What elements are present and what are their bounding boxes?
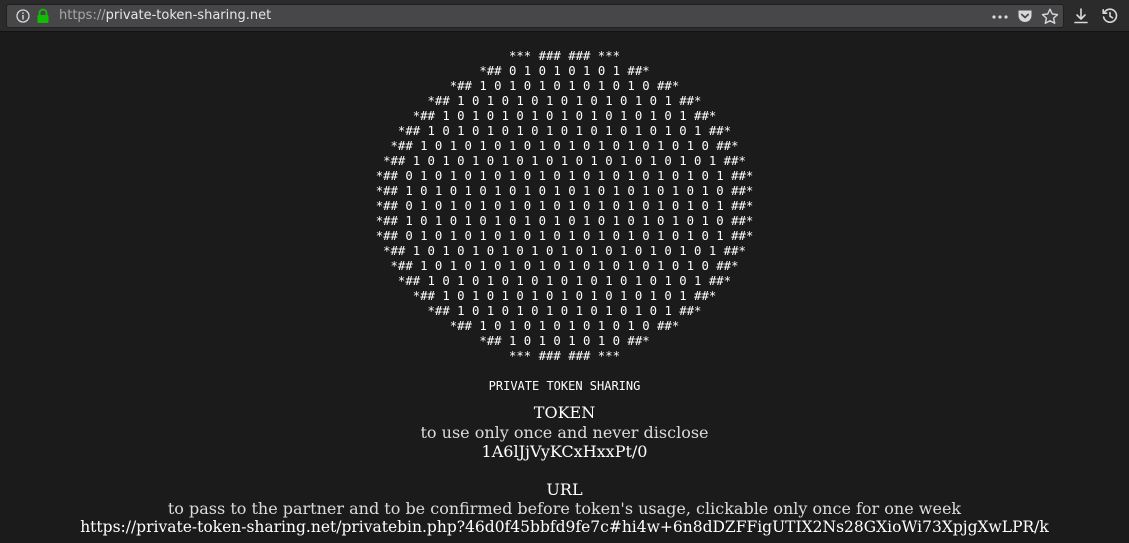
address-bar[interactable]: https://private-token-sharing.net [6,4,1064,28]
ascii-art-line: *## 1 0 1 0 1 0 1 0 1 0 1 0 1 0 1 0 1 0 … [390,259,739,273]
lock-icon[interactable] [36,8,50,24]
ascii-art-logo: *** ### ### *** *## 0 1 0 1 0 1 0 1 ##* *#… [0,49,1129,364]
ascii-art-line: *## 1 0 1 0 1 0 1 0 1 0 1 0 1 0 1 0 1 ##… [412,109,717,123]
url-scheme: https:// [59,8,106,23]
ascii-art-line: *## 1 0 1 0 1 0 1 0 1 0 1 0 1 0 1 0 1 0 … [375,214,754,228]
star-icon[interactable] [1041,8,1059,25]
ascii-art-line: *## 1 0 1 0 1 0 1 0 1 0 1 0 1 0 1 0 1 0 … [390,139,739,153]
ascii-art-line: *## 1 0 1 0 1 0 1 0 1 0 1 0 1 0 1 0 1 0 … [375,184,754,198]
ascii-art-line: *## 1 0 1 0 1 0 1 0 ##* [479,334,650,348]
ascii-art-line: *** ### ### *** [508,49,621,63]
info-icon[interactable] [16,9,30,23]
more-dots-icon[interactable] [992,15,1008,19]
ascii-art-line: *## 1 0 1 0 1 0 1 0 1 0 1 0 1 0 1 ##* [427,94,702,108]
download-icon[interactable] [1072,7,1090,25]
ascii-art-line: *## 1 0 1 0 1 0 1 0 1 0 1 0 ##* [449,319,680,333]
site-title: PRIVATE TOKEN SHARING [488,379,641,393]
ascii-art-line: *## 0 1 0 1 0 1 0 1 0 1 0 1 0 1 0 1 0 1 … [375,169,754,183]
ascii-art-line: *## 1 0 1 0 1 0 1 0 1 0 1 0 1 0 1 0 1 0 … [397,274,732,288]
ascii-art-line: *## 0 1 0 1 0 1 0 1 ##* [479,64,650,78]
ascii-art-line: *** ### ### *** [508,349,621,363]
browser-toolbar: https://private-token-sharing.net [0,0,1129,32]
pocket-icon[interactable] [1017,9,1033,24]
ascii-art-line: *## 1 0 1 0 1 0 1 0 1 0 1 0 1 0 1 0 1 ##… [412,289,717,303]
token-subtitle: to use only once and never disclose [420,423,709,442]
share-url-link[interactable]: https://private-token-sharing.net/privat… [0,518,1129,537]
page-content: *** ### ### *** *## 0 1 0 1 0 1 0 1 ##* *#… [0,32,1129,543]
ascii-art-line: *## 0 1 0 1 0 1 0 1 0 1 0 1 0 1 0 1 0 1 … [375,229,754,243]
ascii-art-line: *## 0 1 0 1 0 1 0 1 0 1 0 1 0 1 0 1 0 1 … [375,199,754,213]
ascii-art-line: *## 1 0 1 0 1 0 1 0 1 0 1 0 1 0 1 0 1 0 … [383,244,746,258]
token-value[interactable]: 1A6lJjVyKCxHxxPt/0 [0,442,1129,461]
url-text[interactable]: https://private-token-sharing.net [59,8,271,24]
ascii-art-line: *## 1 0 1 0 1 0 1 0 1 0 1 0 1 0 1 ##* [427,304,702,318]
ascii-art-line: *## 1 0 1 0 1 0 1 0 1 0 1 0 1 0 1 0 1 0 … [383,154,746,168]
ascii-art-line: *## 1 0 1 0 1 0 1 0 1 0 1 0 1 0 1 0 1 0 … [397,124,732,138]
history-icon[interactable] [1101,7,1119,25]
token-heading: TOKEN [533,403,596,422]
url-subtitle: to pass to the partner and to be confirm… [167,499,962,518]
url-heading: URL [546,480,583,499]
url-host: private-token-sharing.net [105,8,272,23]
ascii-art-line: *## 1 0 1 0 1 0 1 0 1 0 1 0 ##* [449,79,680,93]
